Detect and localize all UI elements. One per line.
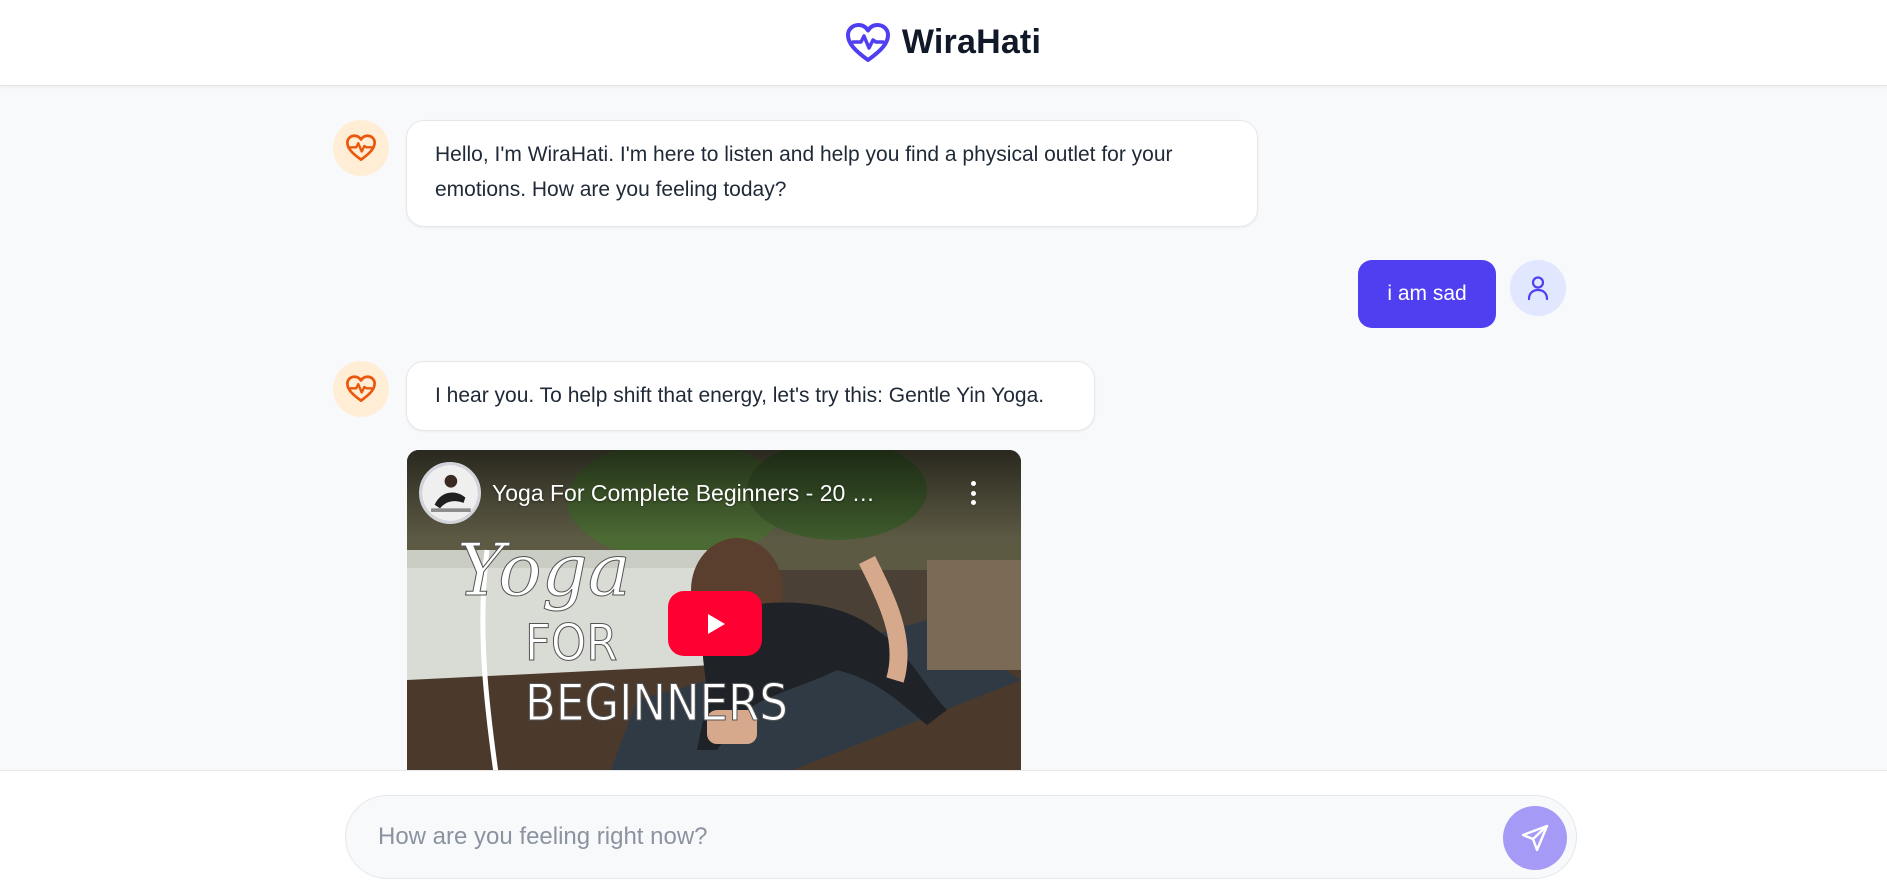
brand-name: WiraHati <box>901 23 1042 61</box>
app-header: WiraHati <box>0 0 1887 86</box>
chat-thread[interactable]: Hello, I'm WiraHati. I'm here to listen … <box>0 86 1887 770</box>
bot-message: Hello, I'm WiraHati. I'm here to listen … <box>406 120 1258 227</box>
bot-avatar <box>333 361 389 417</box>
user-icon <box>1527 276 1549 301</box>
channel-avatar-image <box>422 465 478 521</box>
composer <box>0 770 1887 883</box>
video-embed[interactable]: Yoga FOR BEGINNERS Yoga For Complete Beg… <box>407 450 1021 770</box>
channel-avatar[interactable] <box>419 462 481 524</box>
heart-pulse-icon <box>346 375 376 402</box>
more-vertical-icon[interactable] <box>963 478 983 508</box>
send-icon <box>1521 824 1549 852</box>
play-button[interactable] <box>668 591 762 656</box>
thumbnail-art-yoga: Yoga <box>457 528 631 612</box>
brand[interactable]: WiraHati <box>845 22 1042 63</box>
user-avatar <box>1510 260 1566 316</box>
message-input[interactable] <box>378 796 1478 878</box>
video-title[interactable]: Yoga For Complete Beginners - 20 Min... <box>492 480 892 507</box>
bot-avatar <box>333 120 389 176</box>
bot-message: I hear you. To help shift that energy, l… <box>406 361 1095 431</box>
heart-pulse-icon <box>346 134 376 161</box>
send-button[interactable] <box>1503 806 1567 870</box>
thumbnail-art-for: FOR <box>525 614 618 672</box>
play-icon <box>708 613 725 634</box>
user-message: i am sad <box>1358 260 1496 328</box>
message-input-wrapper <box>345 795 1577 879</box>
thumbnail-art-beginners: BEGINNERS <box>525 674 788 732</box>
heart-pulse-icon <box>845 22 890 62</box>
